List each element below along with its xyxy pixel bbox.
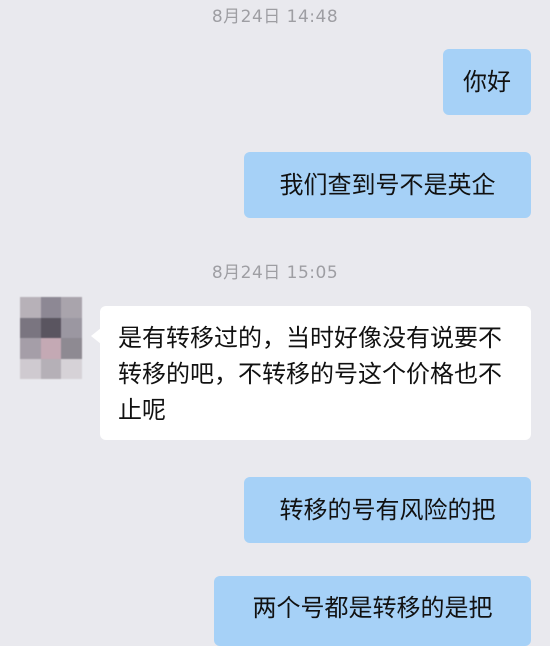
avatar-pixel (20, 317, 41, 338)
avatar-pixel (40, 297, 62, 318)
avatar-pixel (40, 317, 62, 338)
bubble-tail (91, 328, 101, 344)
chat-window: 8月24日 14:48 你好 我们查到号不是英企 8月24日 15:05 是有转… (0, 0, 550, 646)
outgoing-message-bubble[interactable]: 我们查到号不是英企 (244, 152, 531, 218)
incoming-message-bubble[interactable]: 是有转移过的，当时好像没有说要不转移的吧，不转移的号这个价格也不止呢 (91, 306, 531, 440)
avatar-pixel (61, 338, 82, 359)
avatar-pixel (20, 297, 41, 318)
incoming-message-text: 是有转移过的，当时好像没有说要不转移的吧，不转移的号这个价格也不止呢 (118, 324, 502, 424)
message-timestamp: 8月24日 15:05 (211, 263, 339, 283)
avatar-pixel (40, 338, 62, 359)
avatar-pixel (40, 358, 62, 379)
avatar-pixel (20, 338, 41, 359)
avatar-pixel (20, 358, 41, 379)
avatar-pixel (61, 358, 82, 379)
avatar-pixel (61, 297, 82, 318)
message-timestamp: 8月24日 14:48 (211, 7, 339, 27)
avatar-pixel (61, 317, 82, 338)
outgoing-message-bubble[interactable]: 两个号都是转移的是把 (214, 576, 531, 646)
outgoing-message-bubble[interactable]: 你好 (443, 49, 531, 115)
contact-avatar[interactable] (20, 297, 82, 379)
outgoing-message-bubble[interactable]: 转移的号有风险的把 (244, 477, 531, 543)
